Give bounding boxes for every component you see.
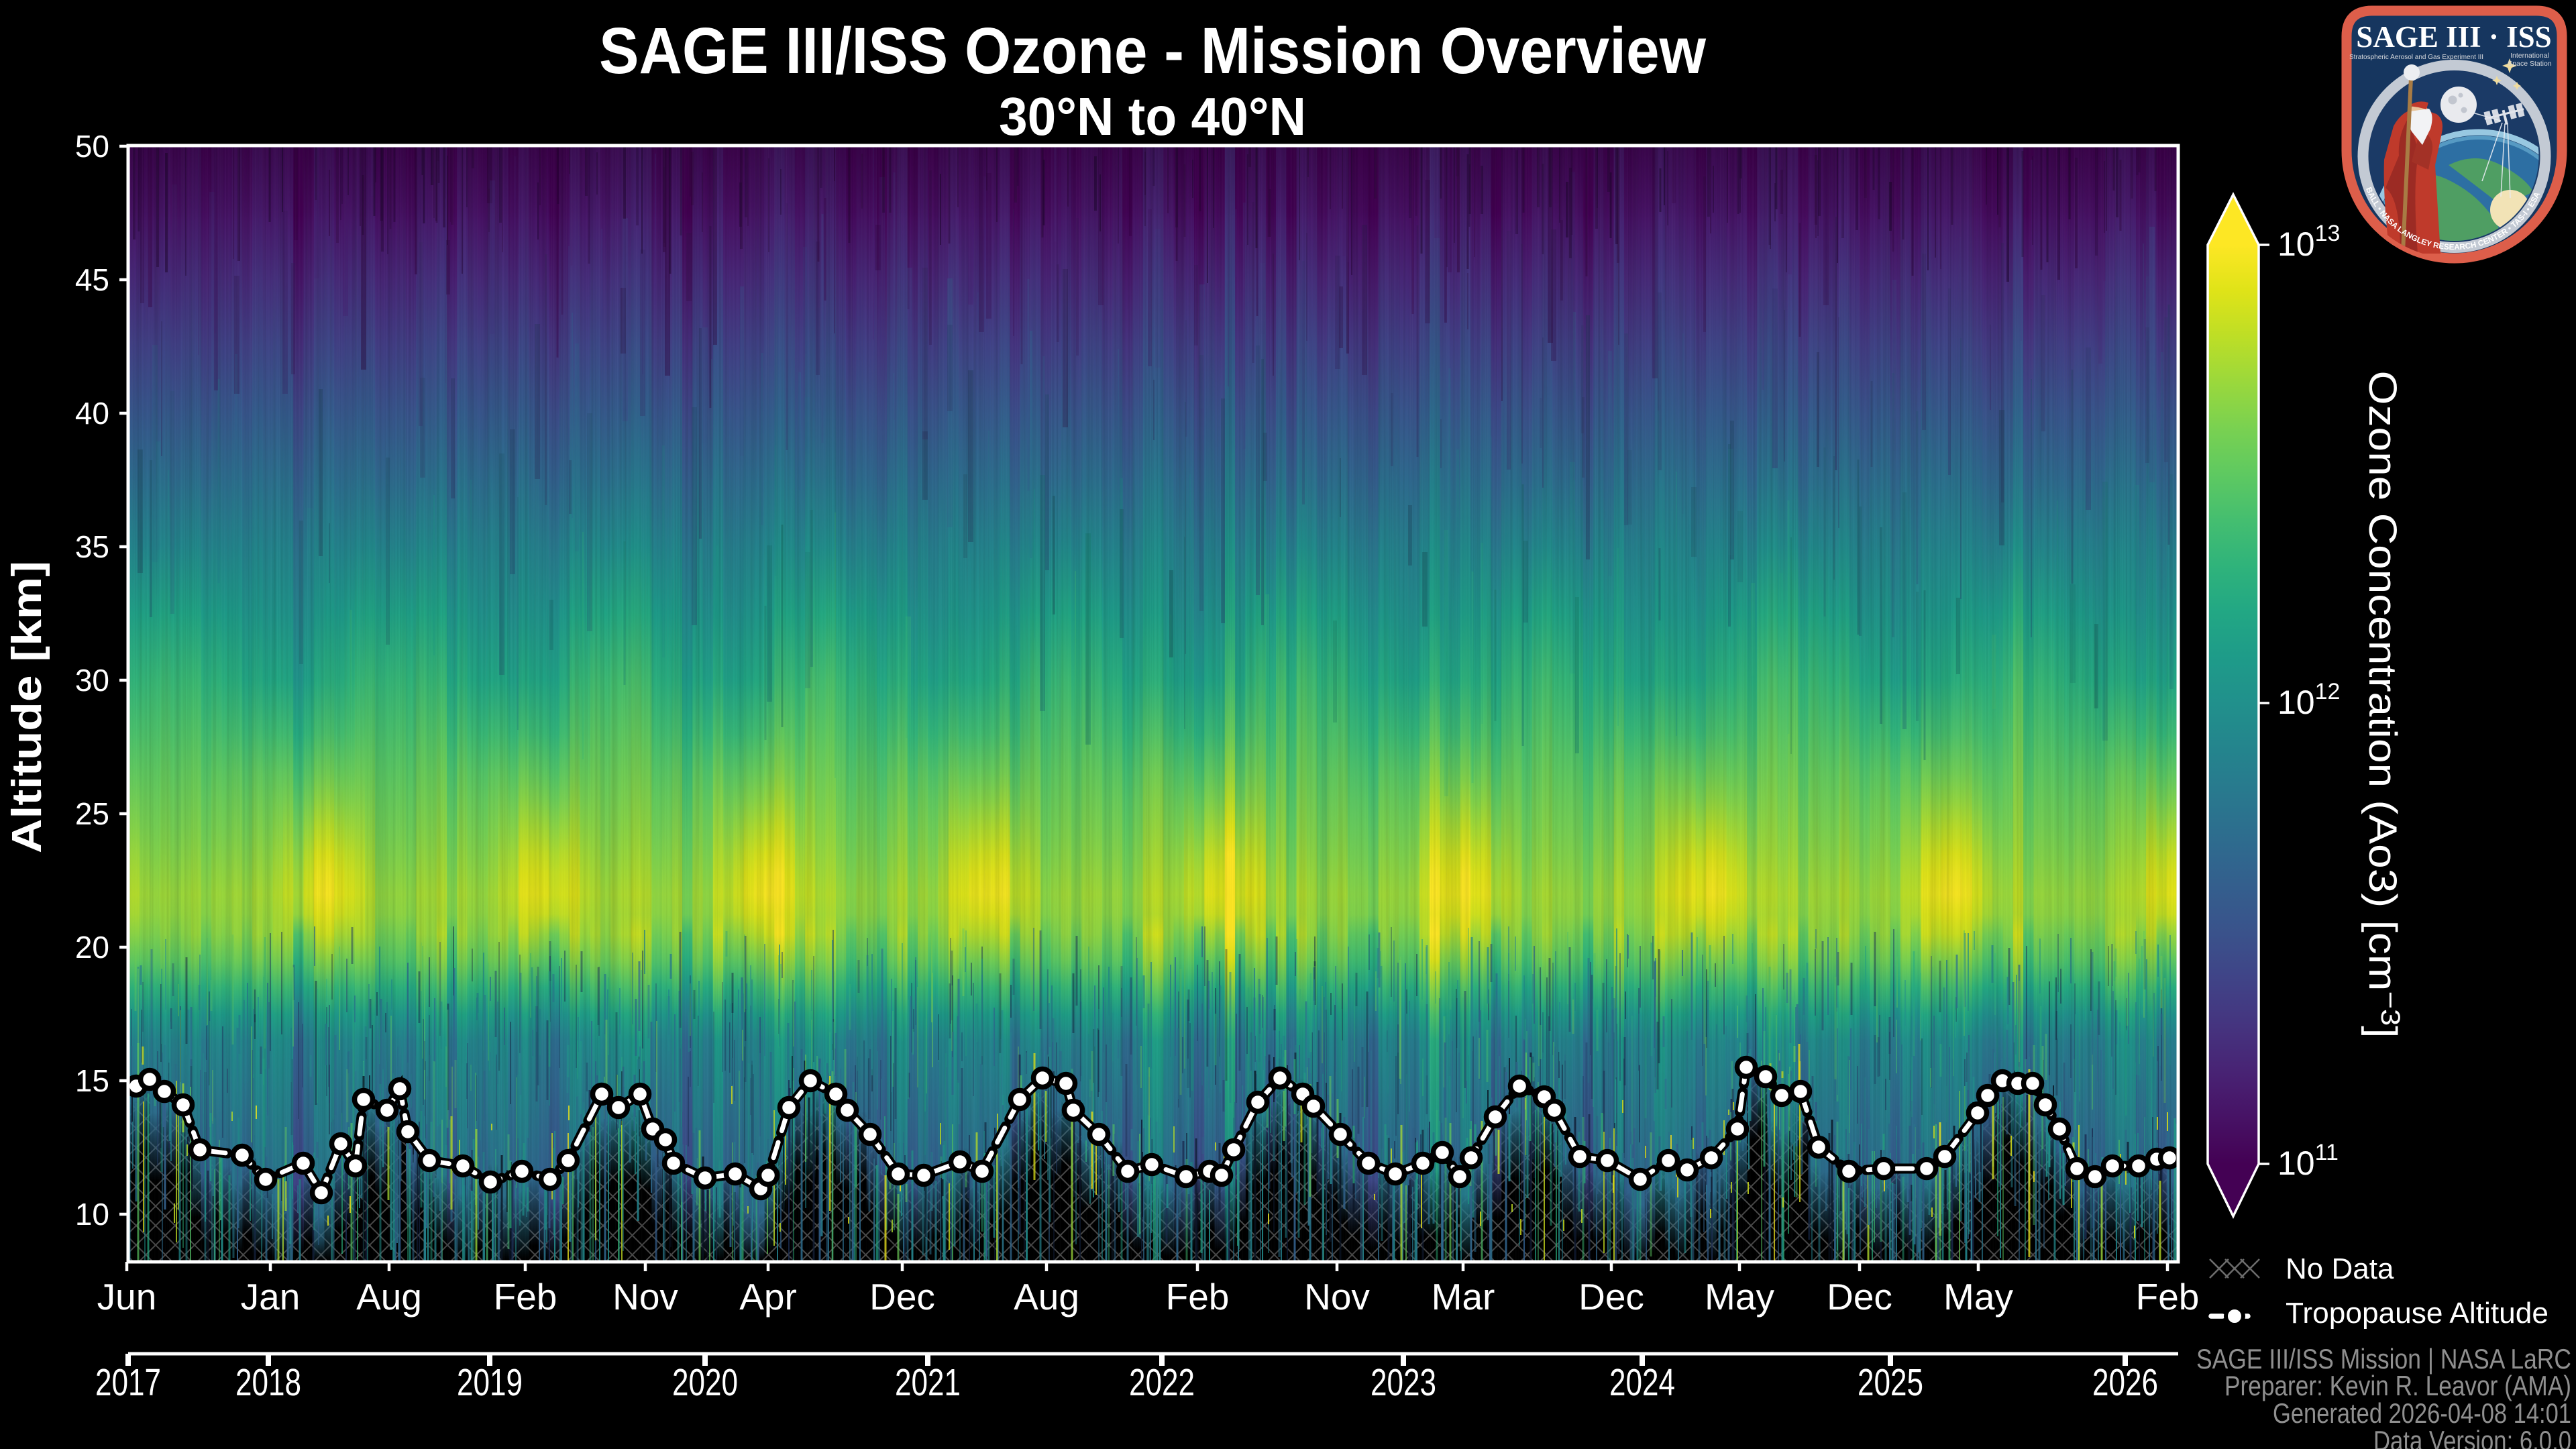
svg-text:2025: 2025 — [1858, 1361, 1923, 1404]
svg-text:15: 15 — [75, 1063, 109, 1098]
svg-text:Stratospheric Aerosol and Gas: Stratospheric Aerosol and Gas Experiment… — [2349, 54, 2483, 61]
svg-text:Apr: Apr — [739, 1276, 797, 1318]
svg-text:Dec: Dec — [1578, 1276, 1644, 1318]
svg-text:Feb: Feb — [1166, 1276, 1230, 1318]
svg-text:Data Version: 6.0.0: Data Version: 6.0.0 — [2373, 1425, 2571, 1449]
svg-text:Nov: Nov — [1304, 1276, 1370, 1318]
svg-text:50: 50 — [75, 129, 109, 164]
svg-text:Dec: Dec — [869, 1276, 935, 1318]
svg-text:2017: 2017 — [95, 1361, 161, 1404]
svg-text:SAGE III/ISS Ozone - Mission O: SAGE III/ISS Ozone - Mission Overview — [599, 14, 1706, 87]
svg-text:SAGE III · ISS: SAGE III · ISS — [2356, 20, 2551, 54]
svg-text:Nov: Nov — [612, 1276, 678, 1318]
svg-text:Jan: Jan — [241, 1276, 301, 1318]
svg-text:10: 10 — [75, 1197, 109, 1232]
svg-text:Space Station: Space Station — [2508, 60, 2552, 68]
svg-text:Tropopause Altitude: Tropopause Altitude — [2286, 1297, 2548, 1330]
svg-text:Preparer: Kevin R. Leavor (AMA: Preparer: Kevin R. Leavor (AMA) — [2224, 1370, 2571, 1401]
svg-text:2023: 2023 — [1371, 1361, 1436, 1404]
svg-text:Altitude [km]: Altitude [km] — [4, 561, 50, 853]
svg-text:May: May — [1705, 1276, 1774, 1318]
svg-text:Aug: Aug — [356, 1276, 422, 1318]
svg-text:Mar: Mar — [1432, 1276, 1495, 1318]
svg-text:2020: 2020 — [672, 1361, 738, 1404]
svg-text:45: 45 — [75, 262, 109, 297]
svg-text:Generated 2026-04-08 14:01: Generated 2026-04-08 14:01 — [2273, 1397, 2571, 1429]
svg-text:No Data: No Data — [2286, 1252, 2394, 1285]
svg-text:30: 30 — [75, 663, 109, 698]
svg-text:2021: 2021 — [895, 1361, 961, 1404]
svg-text:35: 35 — [75, 529, 109, 564]
svg-text:Jun: Jun — [97, 1276, 157, 1318]
svg-text:International: International — [2510, 52, 2549, 60]
svg-text:Aug: Aug — [1014, 1276, 1079, 1318]
svg-text:Feb: Feb — [494, 1276, 557, 1318]
svg-text:Dec: Dec — [1827, 1276, 1892, 1318]
svg-text:2019: 2019 — [457, 1361, 523, 1404]
svg-text:May: May — [1943, 1276, 2013, 1318]
svg-text:Ozone Concentration (Ao3) [cm−: Ozone Concentration (Ao3) [cm−3] — [2361, 371, 2405, 1038]
svg-text:2022: 2022 — [1129, 1361, 1195, 1404]
svg-text:Feb: Feb — [2136, 1276, 2200, 1318]
svg-text:25: 25 — [75, 796, 109, 831]
svg-text:2018: 2018 — [235, 1361, 301, 1404]
svg-text:20: 20 — [75, 930, 109, 965]
svg-text:2026: 2026 — [2092, 1361, 2158, 1404]
svg-text:40: 40 — [75, 396, 109, 431]
svg-text:30°N to 40°N: 30°N to 40°N — [999, 87, 1306, 146]
svg-text:2024: 2024 — [1609, 1361, 1675, 1404]
